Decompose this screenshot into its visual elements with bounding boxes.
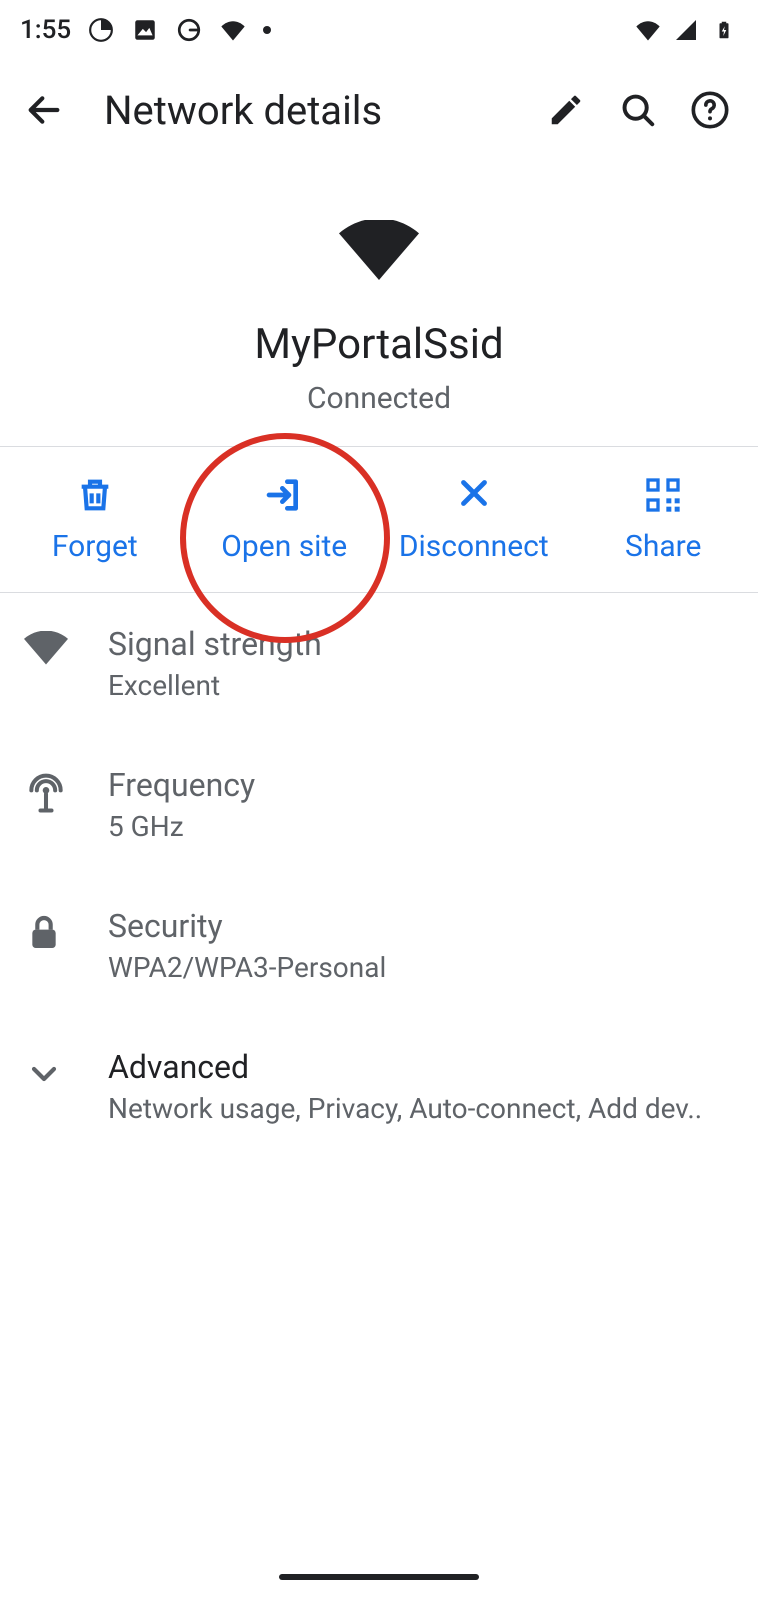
- security-row[interactable]: Security WPA2/WPA3-Personal: [0, 875, 758, 1016]
- detail-list: Signal strength Excellent Frequency 5 GH…: [0, 593, 758, 1157]
- lock-icon: [24, 913, 68, 957]
- page-title: Network details: [104, 87, 382, 134]
- qr-icon: [643, 475, 683, 515]
- security-title: Security: [108, 907, 734, 945]
- open-site-label: Open site: [221, 529, 347, 564]
- frequency-row[interactable]: Frequency 5 GHz: [0, 734, 758, 875]
- antenna-icon: [24, 772, 68, 816]
- close-icon: [454, 475, 494, 515]
- app-bar: Network details: [0, 60, 758, 160]
- login-icon: [264, 475, 304, 515]
- forget-label: Forget: [52, 529, 138, 564]
- network-hero: MyPortalSsid Connected: [0, 160, 758, 446]
- back-button[interactable]: [20, 86, 68, 134]
- frequency-title: Frequency: [108, 766, 734, 804]
- advanced-value: Network usage, Privacy, Auto-connect, Ad…: [108, 1092, 734, 1125]
- trash-icon: [75, 475, 115, 515]
- help-button[interactable]: [682, 82, 738, 138]
- cell-signal-icon: [672, 16, 700, 44]
- google-icon: [175, 16, 203, 44]
- disconnect-button[interactable]: Disconnect: [379, 475, 569, 564]
- data-saver-icon: [87, 16, 115, 44]
- advanced-row[interactable]: Advanced Network usage, Privacy, Auto-co…: [0, 1016, 758, 1157]
- search-button[interactable]: [610, 82, 666, 138]
- frequency-value: 5 GHz: [108, 810, 734, 843]
- wifi-signal-icon: [24, 631, 68, 675]
- status-time: 1:55: [20, 15, 71, 45]
- disconnect-label: Disconnect: [399, 529, 549, 564]
- battery-charging-icon: [710, 16, 738, 44]
- advanced-title: Advanced: [108, 1048, 734, 1086]
- forget-button[interactable]: Forget: [0, 475, 190, 564]
- signal-title: Signal strength: [108, 625, 734, 663]
- signal-value: Excellent: [108, 669, 734, 702]
- action-row: Forget Open site Disconnect Share: [0, 446, 758, 593]
- wifi-status-icon: [634, 16, 662, 44]
- security-value: WPA2/WPA3-Personal: [108, 951, 734, 984]
- signal-strength-row[interactable]: Signal strength Excellent: [0, 593, 758, 734]
- connection-status: Connected: [307, 381, 451, 416]
- open-site-button[interactable]: Open site: [190, 475, 380, 564]
- edit-button[interactable]: [538, 82, 594, 138]
- gesture-bar[interactable]: [279, 1574, 479, 1580]
- network-ssid: MyPortalSsid: [254, 320, 503, 369]
- share-button[interactable]: Share: [569, 475, 758, 564]
- chevron-down-icon: [24, 1054, 68, 1098]
- share-label: Share: [625, 529, 701, 564]
- dot-icon: [263, 26, 271, 34]
- wifi-large-icon: [339, 220, 419, 280]
- wifi-small-icon: [219, 16, 247, 44]
- image-icon: [131, 16, 159, 44]
- status-bar: 1:55: [0, 0, 758, 60]
